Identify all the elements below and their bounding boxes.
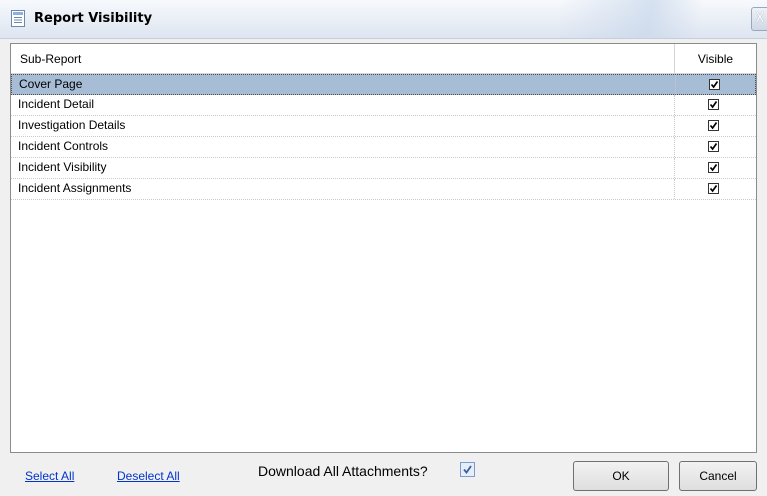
cell-divider xyxy=(674,158,675,178)
cell-divider xyxy=(674,137,675,157)
visible-checkbox[interactable] xyxy=(709,79,720,90)
select-all-link[interactable]: Select All xyxy=(25,469,74,483)
sub-report-name: Incident Visibility xyxy=(18,160,107,174)
title-bar: Report Visibility X xyxy=(0,0,767,39)
visible-checkbox[interactable] xyxy=(708,162,719,173)
check-icon xyxy=(709,185,718,193)
table-row[interactable]: Incident Controls xyxy=(11,137,756,158)
grid-rows: Cover Page Incident Detail Investigation D… xyxy=(11,74,756,200)
table-row[interactable]: Investigation Details xyxy=(11,116,756,137)
check-icon xyxy=(709,122,718,130)
table-row[interactable]: Incident Detail xyxy=(11,95,756,116)
cell-divider xyxy=(675,75,676,94)
report-icon xyxy=(11,10,25,27)
close-icon[interactable]: X xyxy=(751,7,767,31)
sub-report-name: Investigation Details xyxy=(18,118,126,132)
cancel-button[interactable]: Cancel xyxy=(679,461,757,491)
table-row[interactable]: Cover Page xyxy=(11,74,756,95)
column-header-sub-report[interactable]: Sub-Report xyxy=(20,52,81,66)
visible-checkbox[interactable] xyxy=(708,120,719,131)
check-icon xyxy=(463,465,472,474)
title-bar-decoration xyxy=(560,0,760,38)
sub-report-name: Incident Assignments xyxy=(18,181,132,195)
cell-divider xyxy=(674,116,675,136)
window-title: Report Visibility xyxy=(34,11,153,26)
check-icon xyxy=(709,101,718,109)
ok-button[interactable]: OK xyxy=(573,461,669,491)
grid-header: Sub-Report Visible xyxy=(11,44,756,74)
column-header-visible[interactable]: Visible xyxy=(675,52,756,66)
sub-report-name: Cover Page xyxy=(19,77,83,91)
sub-report-name: Incident Controls xyxy=(18,139,109,153)
download-attachments-checkbox[interactable] xyxy=(460,462,475,477)
table-row[interactable]: Incident Assignments xyxy=(11,179,756,200)
table-row[interactable]: Incident Visibility xyxy=(11,158,756,179)
deselect-all-link[interactable]: Deselect All xyxy=(117,469,180,483)
cell-divider xyxy=(674,95,675,115)
sub-report-grid: Sub-Report Visible Cover Page Incident De… xyxy=(10,43,757,453)
check-icon xyxy=(709,164,718,172)
cell-divider xyxy=(674,179,675,199)
check-icon xyxy=(709,143,718,151)
sub-report-name: Incident Detail xyxy=(18,97,95,111)
visible-checkbox[interactable] xyxy=(708,183,719,194)
download-attachments-label: Download All Attachments? xyxy=(258,463,428,479)
check-icon xyxy=(710,81,719,89)
visible-checkbox[interactable] xyxy=(708,99,719,110)
visible-checkbox[interactable] xyxy=(708,141,719,152)
